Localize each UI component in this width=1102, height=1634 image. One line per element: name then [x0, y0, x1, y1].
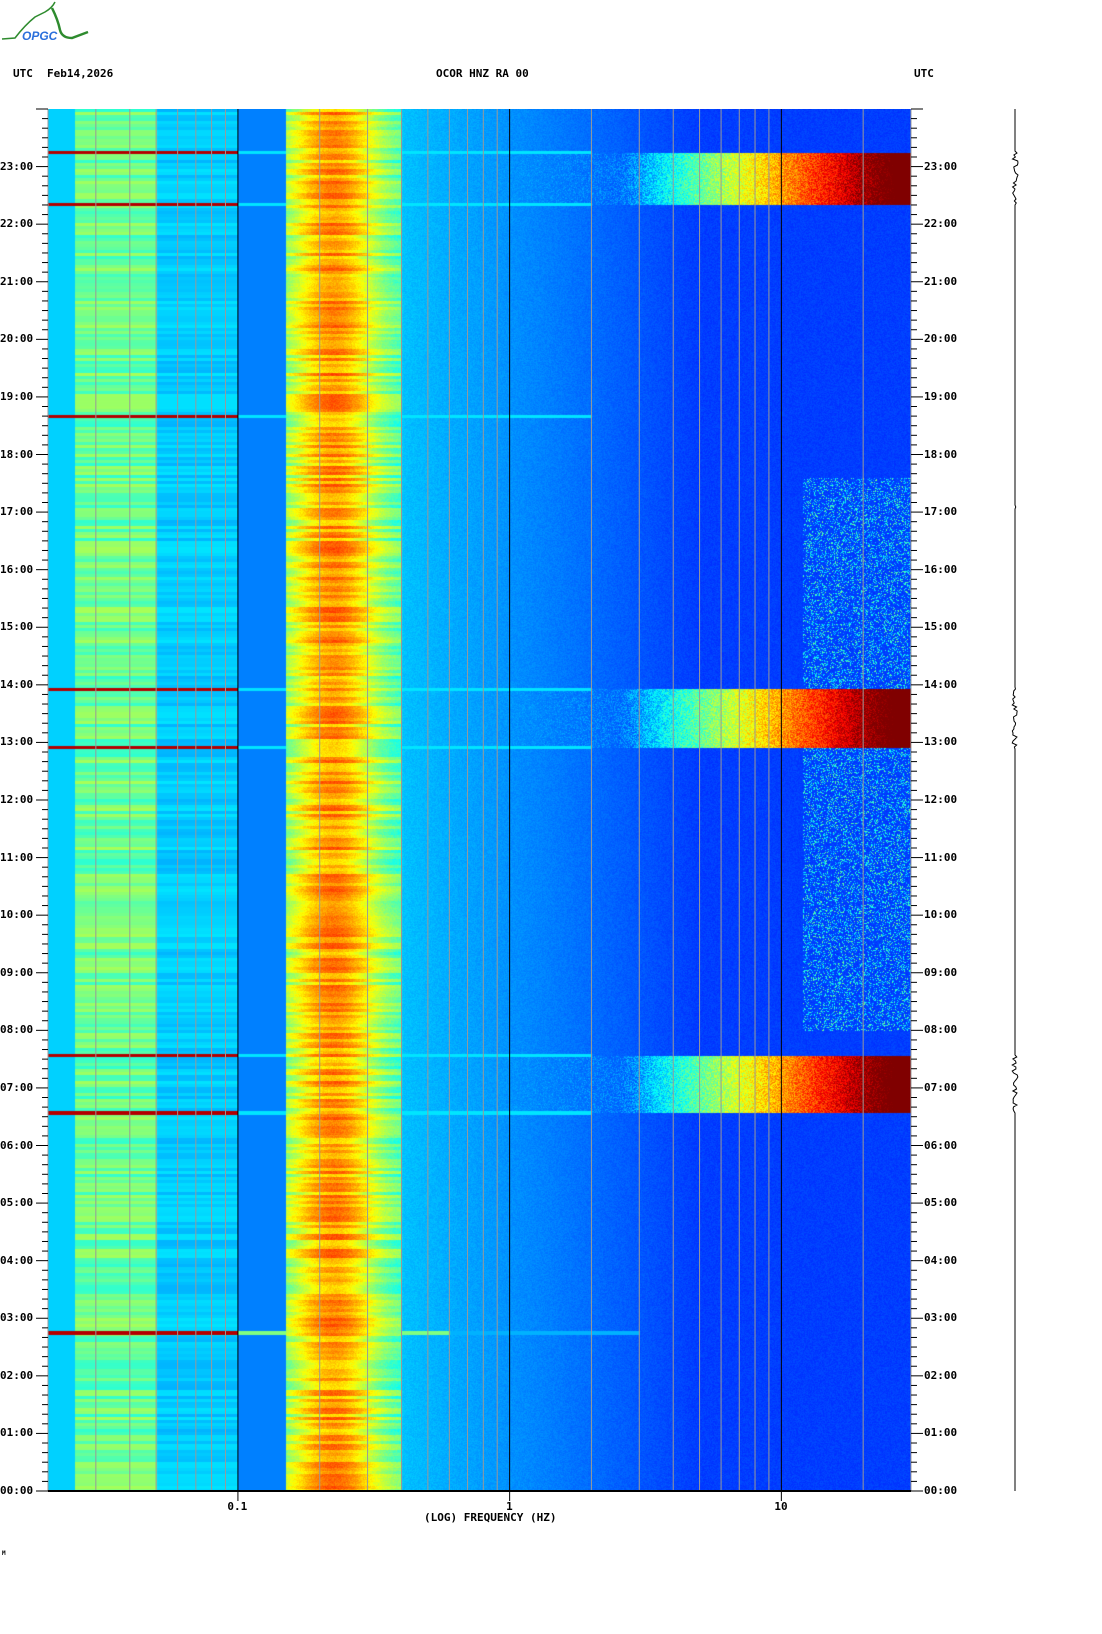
- left-hour-label: 14:00: [0, 677, 34, 691]
- left-hour-label: 03:00: [0, 1311, 34, 1325]
- left-hour-label: 18:00: [0, 447, 34, 461]
- right-hour-label: 23:00: [924, 159, 958, 173]
- right-hour-label: 01:00: [924, 1426, 958, 1440]
- left-hour-label: 13:00: [0, 735, 34, 749]
- axes-overlay: [36, 108, 1019, 1501]
- left-hour-label: 04:00: [0, 1253, 34, 1267]
- left-hour-label: 01:00: [0, 1426, 34, 1440]
- right-hour-label: 15:00: [924, 620, 958, 634]
- right-hour-label: 07:00: [924, 1080, 958, 1094]
- right-hour-label: 11:00: [924, 850, 958, 864]
- left-hour-label: 16:00: [0, 562, 34, 576]
- left-hour-label: 06:00: [0, 1138, 34, 1152]
- right-hour-label: 18:00: [924, 447, 958, 461]
- right-hour-label: 02:00: [924, 1368, 958, 1382]
- left-hour-label: 15:00: [0, 620, 34, 634]
- left-hour-label: 02:00: [0, 1368, 34, 1382]
- right-hour-label: 19:00: [924, 389, 958, 403]
- right-hour-label: 08:00: [924, 1023, 958, 1037]
- seismic-trace: [1011, 109, 1019, 1491]
- left-hour-label: 10:00: [0, 908, 34, 922]
- right-hour-label: 21:00: [924, 274, 958, 288]
- right-hour-label: 04:00: [924, 1253, 958, 1267]
- left-hour-label: 20:00: [0, 332, 34, 346]
- right-hour-label: 14:00: [924, 677, 958, 691]
- right-hour-label: 13:00: [924, 735, 958, 749]
- left-hour-label: 21:00: [0, 274, 34, 288]
- frequency-tick-label: 10: [774, 1500, 788, 1513]
- left-hour-label: 22:00: [0, 217, 34, 231]
- right-hour-label: 22:00: [924, 217, 958, 231]
- x-axis-label: (LOG) FREQUENCY (HZ): [424, 1511, 557, 1524]
- left-hour-label: 11:00: [0, 850, 34, 864]
- left-hour-label: 12:00: [0, 793, 34, 806]
- left-hour-label: 05:00: [0, 1196, 34, 1210]
- left-hour-label: 07:00: [0, 1080, 34, 1094]
- right-hour-label: 03:00: [924, 1311, 958, 1325]
- right-hour-label: 17:00: [924, 505, 958, 519]
- footer-mark: M: [2, 1550, 6, 1557]
- right-hour-label: 05:00: [924, 1196, 958, 1210]
- left-hour-label: 09:00: [0, 965, 34, 979]
- left-hour-label: 00:00: [0, 1484, 34, 1497]
- right-hour-label: 09:00: [924, 965, 958, 979]
- spectrogram-page: OPGC UTC Feb14,2026 OCOR HNZ RA 00 UTC 0…: [0, 0, 1102, 1634]
- frequency-tick-label: 0.1: [227, 1500, 248, 1513]
- left-hour-label: 08:00: [0, 1023, 34, 1037]
- right-hour-label: 16:00: [924, 562, 958, 576]
- right-hour-label: 20:00: [924, 332, 958, 346]
- left-hour-label: 19:00: [0, 389, 34, 403]
- left-hour-label: 23:00: [0, 159, 34, 173]
- right-hour-label: 12:00: [924, 793, 958, 806]
- right-hour-label: 10:00: [924, 908, 958, 922]
- left-hour-label: 17:00: [0, 505, 34, 519]
- right-hour-label: 00:00: [924, 1484, 958, 1497]
- right-hour-label: 06:00: [924, 1138, 958, 1152]
